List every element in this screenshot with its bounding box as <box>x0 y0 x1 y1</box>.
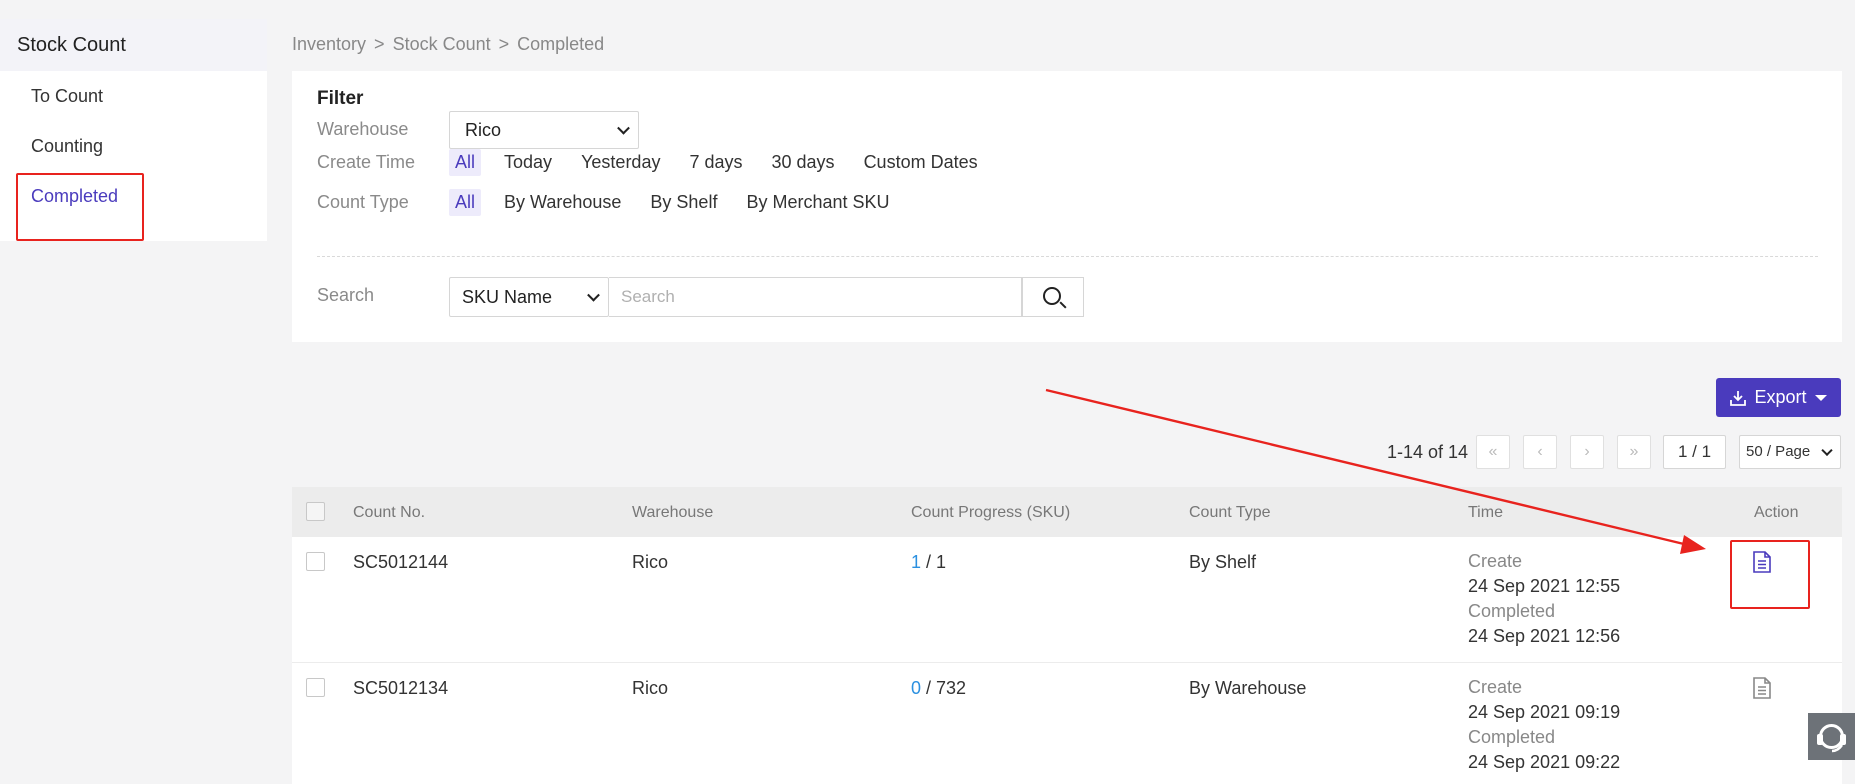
filter-panel: Filter Warehouse Rico Create Time All To… <box>292 71 1842 342</box>
warehouse-select-value: Rico <box>465 120 502 140</box>
page-size-value: 50 / Page <box>1746 443 1811 460</box>
create-time-label: Create <box>1468 677 1523 697</box>
sidebar-item-to-count[interactable]: To Count <box>0 71 267 121</box>
highlight-box-action <box>1730 540 1810 609</box>
pagination-summary: 1-14 of 14 <box>1387 442 1469 462</box>
create-time-option[interactable]: 7 days <box>683 149 748 176</box>
next-page-button[interactable]: › <box>1570 435 1604 469</box>
sidebar-title: Stock Count <box>0 19 267 71</box>
header-count-no: Count No. <box>353 504 426 521</box>
prev-page-button[interactable]: ‹ <box>1523 435 1557 469</box>
search-label: Search <box>317 285 375 305</box>
table-row: SC5012144 Rico 1 / 1 By Shelf Create 24 … <box>292 537 1842 663</box>
search-input[interactable] <box>609 277 1022 317</box>
export-button[interactable]: Export <box>1716 378 1841 417</box>
create-time-option[interactable]: 30 days <box>766 149 841 176</box>
completed-time-label: Completed <box>1468 727 1556 747</box>
warehouse-cell: Rico <box>632 552 669 572</box>
create-time-label: Create Time <box>317 152 416 172</box>
page-size-select[interactable]: 50 / Page <box>1739 435 1841 469</box>
search-button[interactable] <box>1022 277 1084 317</box>
header-count-progress: Count Progress (SKU) <box>911 504 1071 521</box>
filter-title: Filter <box>317 88 364 109</box>
count-no-cell: SC5012134 <box>353 678 449 698</box>
export-label: Export <box>1754 387 1807 407</box>
progress-cell: 0 / 732 <box>911 678 966 699</box>
progress-total: / 732 <box>926 678 967 698</box>
row-checkbox[interactable] <box>306 552 325 571</box>
chevron-right-icon: › <box>1584 443 1590 460</box>
time-cell: Create 24 Sep 2021 09:19 Completed 24 Se… <box>1468 675 1620 775</box>
completed-time-value: 24 Sep 2021 12:56 <box>1468 626 1621 646</box>
search-field-value: SKU Name <box>462 287 553 307</box>
stock-count-table: Count No. Warehouse Count Progress (SKU)… <box>292 487 1842 784</box>
support-chat-button[interactable] <box>1808 713 1855 760</box>
headset-icon <box>1817 724 1846 753</box>
header-warehouse: Warehouse <box>632 504 714 521</box>
progress-done: 1 <box>911 552 922 572</box>
count-type-option[interactable]: By Merchant SKU <box>740 189 895 216</box>
search-field-select[interactable]: SKU Name <box>449 277 609 317</box>
double-chevron-right-icon: » <box>1629 443 1639 460</box>
count-type-cell: By Shelf <box>1189 552 1257 572</box>
count-type-option[interactable]: By Warehouse <box>498 189 627 216</box>
create-time-option[interactable]: All <box>449 149 482 176</box>
count-type-options: All By Warehouse By Shelf By Merchant SK… <box>449 189 913 216</box>
table-header: Count No. Warehouse Count Progress (SKU)… <box>292 487 1842 537</box>
breadcrumb-item: Completed <box>517 34 605 54</box>
breadcrumb-item[interactable]: Inventory <box>292 34 366 54</box>
completed-time-value: 24 Sep 2021 09:22 <box>1468 752 1621 772</box>
chevron-down-icon <box>1821 444 1833 457</box>
count-type-option[interactable]: By Shelf <box>644 189 723 216</box>
completed-time-label: Completed <box>1468 601 1556 621</box>
create-time-value: 24 Sep 2021 12:55 <box>1468 576 1621 596</box>
breadcrumb: Inventory > Stock Count > Completed <box>292 34 605 54</box>
warehouse-label: Warehouse <box>317 119 409 139</box>
header-action: Action <box>1754 504 1799 521</box>
count-type-label: Count Type <box>317 192 409 212</box>
page-input[interactable]: 1 / 1 <box>1663 435 1726 469</box>
chevron-down-icon <box>617 121 630 135</box>
row-checkbox[interactable] <box>306 678 325 697</box>
download-icon <box>1730 390 1747 406</box>
count-type-cell: By Warehouse <box>1189 678 1307 698</box>
warehouse-select[interactable]: Rico <box>449 111 639 149</box>
create-time-label: Create <box>1468 551 1523 571</box>
create-time-options: All Today Yesterday 7 days 30 days Custo… <box>449 149 1001 176</box>
document-icon[interactable] <box>1752 677 1772 699</box>
sidebar-item-counting[interactable]: Counting <box>0 121 267 171</box>
time-cell: Create 24 Sep 2021 12:55 Completed 24 Se… <box>1468 549 1620 649</box>
select-all-checkbox[interactable] <box>306 502 325 521</box>
highlight-box-completed <box>16 173 144 241</box>
warehouse-cell: Rico <box>632 678 669 698</box>
table-row: SC5012134 Rico 0 / 732 By Warehouse Crea… <box>292 663 1842 784</box>
create-time-value: 24 Sep 2021 09:19 <box>1468 702 1621 722</box>
create-time-option[interactable]: Yesterday <box>575 149 666 176</box>
count-no-cell: SC5012144 <box>353 552 449 572</box>
chevron-left-icon: ‹ <box>1537 443 1543 460</box>
breadcrumb-item[interactable]: Stock Count <box>393 34 491 54</box>
create-time-option[interactable]: Custom Dates <box>858 149 984 176</box>
divider <box>317 256 1818 257</box>
progress-cell: 1 / 1 <box>911 552 946 573</box>
progress-total: / 1 <box>926 552 947 572</box>
header-count-type: Count Type <box>1189 504 1271 521</box>
first-page-button[interactable]: « <box>1476 435 1510 469</box>
last-page-button[interactable]: » <box>1617 435 1651 469</box>
caret-down-icon <box>1814 394 1827 401</box>
header-time: Time <box>1468 504 1503 521</box>
create-time-option[interactable]: Today <box>498 149 558 176</box>
count-type-option[interactable]: All <box>449 189 482 216</box>
double-chevron-left-icon: « <box>1488 443 1498 460</box>
chevron-down-icon <box>587 288 600 302</box>
progress-done: 0 <box>911 678 922 698</box>
